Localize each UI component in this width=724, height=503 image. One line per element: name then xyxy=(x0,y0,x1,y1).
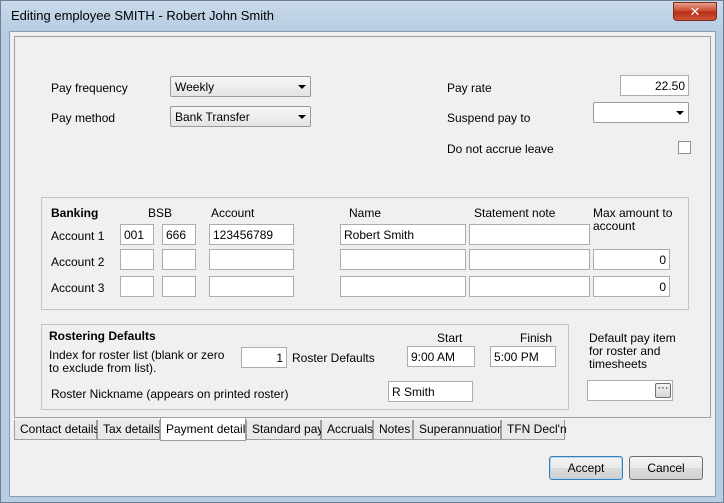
account-name-field[interactable] xyxy=(340,249,466,270)
roster-start-label: Start xyxy=(437,331,463,345)
pay-rate-label: Pay rate xyxy=(447,81,492,95)
suspend-pay-date-picker[interactable] xyxy=(593,102,689,123)
tab-contact-details[interactable]: Contact details xyxy=(14,420,99,440)
pay-frequency-value: Weekly xyxy=(175,80,215,94)
roster-index-label: Index for roster list (blank or zero to … xyxy=(49,348,225,375)
tab-superannuation[interactable]: Superannuation xyxy=(413,420,504,440)
account-number-field[interactable] xyxy=(209,276,294,297)
roster-index-field[interactable]: 1 xyxy=(241,347,287,368)
account-name-field[interactable] xyxy=(340,276,466,297)
payment-details-panel: Pay frequency Weekly Pay method Bank Tra… xyxy=(14,36,711,418)
banking-title: Banking xyxy=(51,206,99,220)
statement-note-field[interactable] xyxy=(469,224,590,245)
account-number-field[interactable] xyxy=(209,249,294,270)
roster-nickname-label: Roster Nickname (appears on printed rost… xyxy=(51,387,289,401)
account-name-field[interactable]: Robert Smith xyxy=(340,224,466,245)
roster-finish-label: Finish xyxy=(520,331,553,345)
dialog-client-area: Pay frequency Weekly Pay method Bank Tra… xyxy=(9,31,716,497)
tab-notes[interactable]: Notes xyxy=(373,420,413,440)
employee-edit-window: Editing employee SMITH - Robert John Smi… xyxy=(0,0,724,503)
statement-note-field[interactable] xyxy=(469,276,590,297)
close-button[interactable]: ✕ xyxy=(673,2,717,21)
bsb-part1-field[interactable]: 001 xyxy=(120,224,154,245)
tab-accruals[interactable]: Accruals xyxy=(321,420,373,440)
roster-defaults-label: Roster Defaults xyxy=(292,351,375,365)
bsb-part1-field[interactable] xyxy=(120,249,154,270)
statement-note-header: Statement note xyxy=(474,206,556,220)
account-row-label: Account 2 xyxy=(51,255,105,269)
chevron-down-icon xyxy=(676,111,684,115)
roster-start-time-field[interactable]: 9:00 AM xyxy=(407,346,475,367)
bsb-header: BSB xyxy=(148,206,173,220)
statement-note-field[interactable] xyxy=(469,249,590,270)
accept-button[interactable]: Accept xyxy=(549,456,623,480)
tab-standard-pay[interactable]: Standard pay xyxy=(246,420,323,440)
account-header: Account xyxy=(211,206,255,220)
suspend-pay-label: Suspend pay to xyxy=(447,111,531,125)
max-amount-field[interactable]: 0 xyxy=(593,249,670,270)
default-pay-item-label: Default pay item for roster and timeshee… xyxy=(589,331,676,371)
bsb-part1-field[interactable] xyxy=(120,276,154,297)
roster-nickname-field[interactable]: R Smith xyxy=(388,381,473,402)
tab-payment-details[interactable]: Payment details xyxy=(160,418,251,441)
pay-method-value: Bank Transfer xyxy=(175,110,250,124)
tab-tax-details[interactable]: Tax details xyxy=(97,420,160,440)
name-header: Name xyxy=(349,206,382,220)
bsb-part2-field[interactable]: 666 xyxy=(162,224,196,245)
rostering-defaults-title: Rostering Defaults xyxy=(49,329,156,343)
account-row-label: Account 1 xyxy=(51,229,105,243)
chevron-down-icon xyxy=(298,85,306,89)
bsb-part2-field[interactable] xyxy=(162,249,196,270)
window-title: Editing employee SMITH - Robert John Smi… xyxy=(11,8,274,23)
pay-method-select[interactable]: Bank Transfer xyxy=(170,106,311,127)
chevron-down-icon xyxy=(298,115,306,119)
pay-method-label: Pay method xyxy=(51,111,116,125)
pay-frequency-label: Pay frequency xyxy=(51,81,128,95)
tab-tfn-declaration[interactable]: TFN Decl'n xyxy=(501,420,567,440)
account-number-field[interactable]: 123456789 xyxy=(209,224,294,245)
bsb-part2-field[interactable] xyxy=(162,276,196,297)
close-icon: ✕ xyxy=(689,4,701,19)
account-row-label: Account 3 xyxy=(51,281,105,295)
roster-finish-time-field[interactable]: 5:00 PM xyxy=(490,346,556,367)
max-amount-field[interactable]: 0 xyxy=(593,276,670,297)
no-accrue-leave-label: Do not accrue leave xyxy=(447,142,554,156)
browse-pay-item-button[interactable]: ··· xyxy=(655,383,671,398)
ellipsis-icon: ··· xyxy=(657,382,669,394)
pay-frequency-select[interactable]: Weekly xyxy=(170,76,311,97)
title-bar[interactable]: Editing employee SMITH - Robert John Smi… xyxy=(1,1,723,31)
pay-rate-field[interactable]: 22.50 xyxy=(620,75,689,96)
cancel-button[interactable]: Cancel xyxy=(629,456,703,480)
no-accrue-leave-checkbox[interactable] xyxy=(678,141,691,154)
max-amount-header: Max amount to account xyxy=(593,206,673,233)
